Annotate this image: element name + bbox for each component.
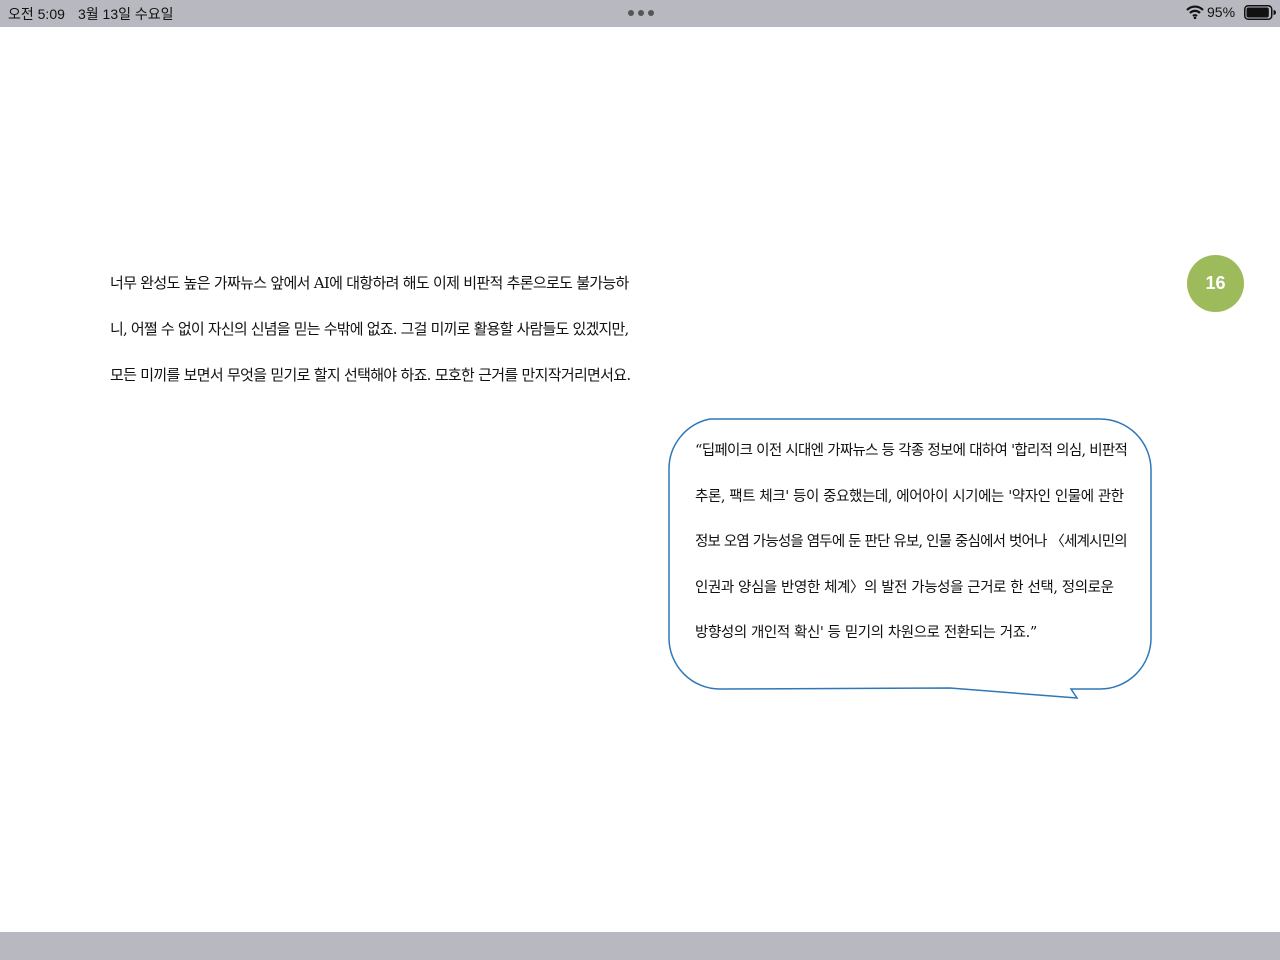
status-date: 3월 13일 수요일 [78, 6, 174, 22]
page-number-badge: 16 [1187, 255, 1244, 312]
body-line: 너무 완성도 높은 가짜뉴스 앞에서 AI에 대항하려 해도 이제 비판적 추론… [110, 274, 629, 292]
quote-line: 정보 오염 가능성을 염두에 둔 판단 유보, 인물 중심에서 벗어나 〈세계시… [695, 534, 1128, 550]
bottom-bar [0, 932, 1280, 960]
status-bar: 오전 5:09 3월 13일 수요일 95% [0, 0, 1280, 27]
multitasking-dots-icon[interactable] [628, 10, 654, 16]
battery-icon [1244, 5, 1276, 20]
quote-line: 인권과 양심을 반영한 체계〉의 발전 가능성을 근거로 한 선택, 정의로운 [695, 579, 1114, 596]
quote-line: 추론, 팩트 체크' 등이 중요했는데, 에어아이 시기에는 '약자인 인물에 … [695, 488, 1124, 505]
body-line: 모든 미끼를 보면서 무엇을 믿기로 할지 선택해야 하죠. 모호한 근거를 만… [110, 366, 631, 384]
quote-line: “딥페이크 이전 시대엔 가짜뉴스 등 각종 정보에 대하여 '합리적 의심, … [695, 443, 1128, 459]
body-line: 니, 어쩔 수 없이 자신의 신념을 믿는 수밖에 없죠. 그걸 미끼로 활용할… [110, 320, 629, 338]
status-time: 오전 5:09 [8, 6, 65, 22]
quote-text: “딥페이크 이전 시대엔 가짜뉴스 등 각종 정보에 대하여 '합리적 의심, … [695, 429, 1128, 657]
quote-line: 방향성의 개인적 확신' 등 믿기의 차원으로 전환되는 거죠.” [695, 625, 1037, 641]
body-paragraph: 너무 완성도 높은 가짜뉴스 앞에서 AI에 대항하려 해도 이제 비판적 추론… [110, 260, 631, 398]
battery-percent: 95% [1207, 4, 1236, 20]
wifi-icon [1186, 5, 1204, 19]
